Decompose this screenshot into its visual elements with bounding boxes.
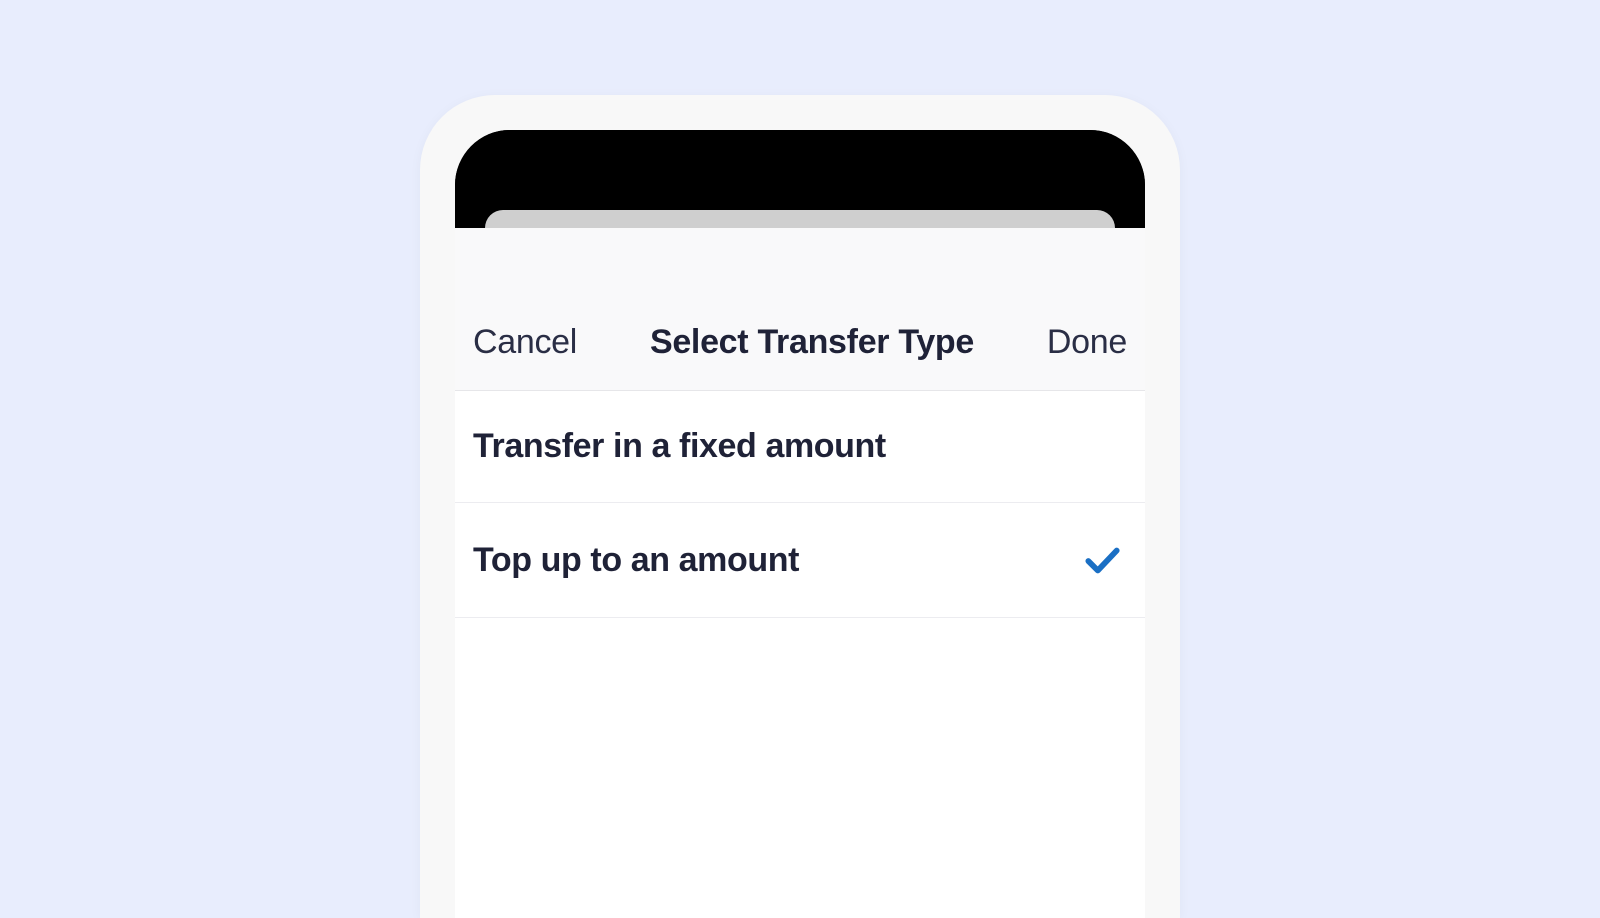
phone-frame: Cancel Select Transfer Type Done Transfe… [420, 95, 1180, 918]
status-bar-area [455, 130, 1145, 210]
modal-sheet: Cancel Select Transfer Type Done Transfe… [455, 228, 1145, 918]
option-label: Transfer in a fixed amount [473, 427, 886, 466]
option-top-up[interactable]: Top up to an amount [455, 503, 1145, 618]
empty-area [455, 618, 1145, 918]
done-button[interactable]: Done [1047, 323, 1127, 362]
modal-title: Select Transfer Type [650, 323, 974, 362]
sheet-top-padding [455, 228, 1145, 323]
checkmark-icon [1081, 539, 1123, 581]
options-list: Transfer in a fixed amount Top up to an … [455, 391, 1145, 618]
option-fixed-amount[interactable]: Transfer in a fixed amount [455, 391, 1145, 503]
modal-navbar: Cancel Select Transfer Type Done [455, 323, 1145, 391]
sheet-behind [485, 210, 1115, 228]
cancel-button[interactable]: Cancel [473, 323, 577, 362]
option-label: Top up to an amount [473, 541, 799, 580]
phone-screen-outer: Cancel Select Transfer Type Done Transfe… [455, 130, 1145, 918]
